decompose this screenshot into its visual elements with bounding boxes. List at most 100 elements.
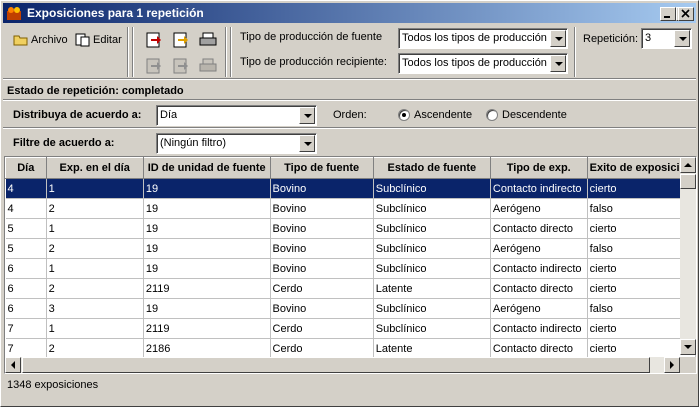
print-button[interactable] <box>197 29 219 51</box>
chevron-down-icon[interactable] <box>550 30 566 47</box>
table-cell: Bovino <box>270 218 374 239</box>
exposure-count: 1348 exposiciones <box>7 379 99 391</box>
table-row[interactable]: 5 2 19 Bovino Subclínico Aerógeno falso <box>5 238 696 259</box>
table-cell: 1 <box>46 318 144 339</box>
column-header[interactable]: ID de unidad de fuente <box>142 157 271 179</box>
ascending-label[interactable]: Ascendente <box>414 109 472 121</box>
column-header[interactable]: Día <box>5 157 47 179</box>
sort-label: Distribuya de acuerdo a: <box>13 109 142 121</box>
table-cell: 1 <box>46 178 144 199</box>
table-cell: 19 <box>143 298 271 319</box>
table-row[interactable]: 6 3 19 Bovino Subclínico Aerógeno falso <box>5 298 696 319</box>
column-header[interactable]: Tipo de fuente <box>269 157 374 179</box>
close-icon <box>681 9 690 18</box>
repetition-status: Estado de repetición: completado <box>7 85 184 97</box>
scroll-right-button[interactable] <box>664 357 680 373</box>
chevron-down-icon[interactable] <box>550 55 566 72</box>
column-header[interactable]: Exp. en el día <box>45 157 144 179</box>
table-cell: Bovino <box>270 178 374 199</box>
table-cell: 3 <box>46 298 144 319</box>
export-icon <box>146 32 161 48</box>
chevron-up-icon <box>684 163 692 167</box>
repetition-value: 3 <box>645 32 652 44</box>
vertical-scrollbar[interactable] <box>680 157 696 355</box>
export-yellow-button[interactable] <box>170 29 192 51</box>
export-red-button[interactable] <box>143 29 165 51</box>
table-cell: 2 <box>46 198 144 219</box>
edit-icon <box>75 33 90 47</box>
export-disabled-button[interactable] <box>143 55 165 77</box>
divider <box>3 78 696 80</box>
print-disabled-button[interactable] <box>197 55 219 77</box>
table-cell: 1 <box>46 218 144 239</box>
descending-label[interactable]: Descendente <box>502 109 567 121</box>
chevron-down-icon[interactable] <box>674 30 690 47</box>
export-disabled-button[interactable] <box>170 55 192 77</box>
table-cell: Contacto directo <box>490 278 588 299</box>
horizontal-scrollbar[interactable] <box>5 357 680 373</box>
table-cell: Bovino <box>270 198 374 219</box>
scroll-up-button[interactable] <box>680 157 696 173</box>
table-row[interactable]: 7 2 2186 Cerdo Latente Contacto directo cierto <box>5 338 696 359</box>
export-disabled-icon <box>146 58 161 74</box>
editar-menu[interactable]: Editar <box>75 33 122 47</box>
table-cell: Latente <box>373 278 491 299</box>
table-cell: 5 <box>5 218 47 239</box>
recipient-type-select[interactable]: Todos los tipos de producción <box>398 53 568 74</box>
repetition-label: Repetición: <box>583 33 639 45</box>
table-row[interactable]: 5 1 19 Bovino Subclínico Contacto directo cier… <box>5 218 696 239</box>
filter-select[interactable]: (Ningún filtro) <box>156 133 317 154</box>
table-cell: 19 <box>143 218 271 239</box>
table-cell: Aerógeno <box>490 198 588 219</box>
source-type-select[interactable]: Todos los tipos de producción <box>398 28 568 49</box>
chevron-down-icon[interactable] <box>299 107 315 124</box>
repetition-select[interactable]: 3 <box>641 28 692 49</box>
table-cell: 2119 <box>143 278 271 299</box>
table-cell: 7 <box>5 318 47 339</box>
table-row[interactable]: 4 2 19 Bovino Subclínico Aerógeno falso <box>5 198 696 219</box>
table-cell: Subclínico <box>373 238 491 259</box>
order-label: Orden: <box>333 109 367 121</box>
table-cell: Subclínico <box>373 258 491 279</box>
recipient-type-value: Todos los tipos de producción <box>402 57 547 69</box>
table-cell: 2186 <box>143 338 271 359</box>
column-header[interactable]: Tipo de exp. <box>489 157 588 179</box>
close-button[interactable] <box>678 7 694 21</box>
table-cell: Aerógeno <box>490 238 588 259</box>
chevron-down-icon[interactable] <box>299 135 315 152</box>
table-cell: 19 <box>143 238 271 259</box>
table-cell: Cerdo <box>270 338 374 359</box>
archivo-menu[interactable]: Archivo <box>13 33 68 47</box>
scroll-down-button[interactable] <box>680 339 696 355</box>
table-cell: 4 <box>5 178 47 199</box>
export-disabled-icon <box>173 58 188 74</box>
table-cell: 2 <box>46 278 144 299</box>
table-cell: 1 <box>46 258 144 279</box>
table-row[interactable]: 7 1 2119 Cerdo Subclínico Contacto indirecto c… <box>5 318 696 339</box>
table-row[interactable]: 6 2 2119 Cerdo Latente Contacto directo cierto <box>5 278 696 299</box>
toolbar-separator <box>127 27 129 77</box>
toolbar-separator <box>230 27 232 77</box>
printer-icon <box>199 32 217 46</box>
horizontal-scroll-thumb[interactable] <box>22 357 650 373</box>
exposures-grid[interactable]: Día Exp. en el día ID de unidad de fuente T… <box>4 156 697 374</box>
window-title: Exposiciones para 1 repetición <box>27 6 204 20</box>
ascending-radio[interactable] <box>398 109 410 121</box>
minimize-button[interactable] <box>660 7 676 21</box>
table-cell: Subclínico <box>373 198 491 219</box>
table-cell: 19 <box>143 258 271 279</box>
column-header[interactable]: Estado de fuente <box>372 157 491 179</box>
toolbar-separator <box>132 27 134 77</box>
table-row[interactable]: 4 1 19 Bovino Subclínico Contacto indirecto ci… <box>5 178 696 199</box>
vertical-scroll-thumb[interactable] <box>680 174 696 189</box>
title-bar[interactable]: Exposiciones para 1 repetición <box>3 3 696 23</box>
archivo-label: Archivo <box>31 34 68 46</box>
sort-select[interactable]: Día <box>156 105 317 126</box>
table-cell: Contacto indirecto <box>490 178 588 199</box>
table-row[interactable]: 6 1 19 Bovino Subclínico Contacto indirecto ci… <box>5 258 696 279</box>
descending-radio[interactable] <box>486 109 498 121</box>
scroll-left-button[interactable] <box>5 357 21 373</box>
table-cell: Subclínico <box>373 318 491 339</box>
export-icon <box>173 32 188 48</box>
table-cell: 4 <box>5 198 47 219</box>
